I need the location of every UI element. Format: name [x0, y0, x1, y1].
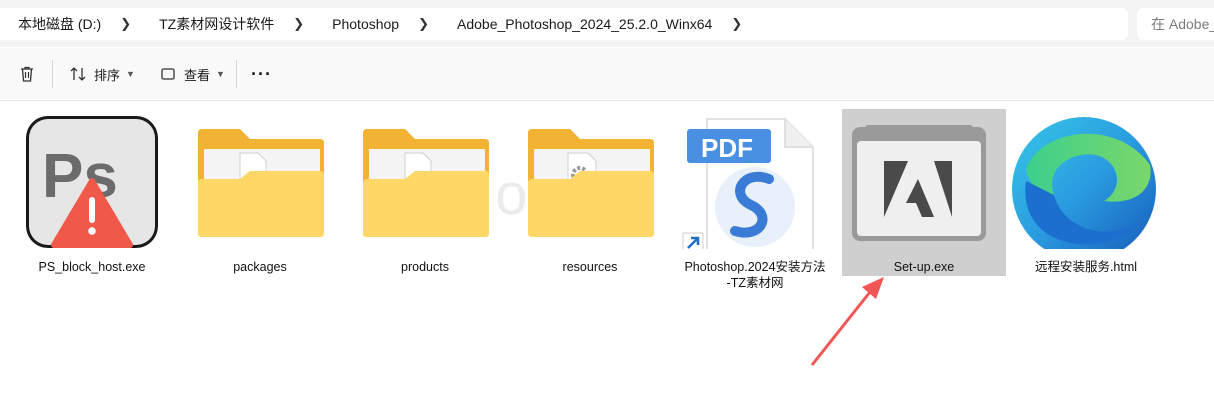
chevron-right-icon[interactable]: ❯ [721, 16, 752, 32]
search-input[interactable]: 在 Adobe_ [1137, 8, 1214, 40]
view-button[interactable]: 查看 ▼ [160, 62, 225, 86]
chevron-right-icon[interactable]: ❯ [408, 16, 439, 32]
toolbar-divider [52, 60, 53, 88]
delete-button[interactable] [18, 62, 36, 86]
breadcrumb-tz-folder[interactable]: TZ素材网设计软件 [141, 14, 283, 34]
breadcrumb-drive[interactable]: 本地磁盘 (D:) [0, 14, 110, 34]
chevron-down-icon: ▼ [126, 69, 135, 79]
annotation-arrow [810, 277, 884, 366]
command-bar: 排序 ▼ 查看 ▼ ··· [0, 48, 1214, 101]
breadcrumb-photoshop[interactable]: Photoshop [314, 16, 408, 32]
sort-icon [70, 67, 86, 81]
breadcrumb[interactable]: 本地磁盘 (D:) ❯ TZ素材网设计软件 ❯ Photoshop ❯ Adob… [0, 8, 1128, 40]
view-label: 查看 [184, 67, 211, 83]
view-icon [161, 68, 175, 80]
trash-icon [21, 66, 33, 82]
toolbar-divider [236, 60, 237, 88]
sort-label: 排序 [94, 67, 121, 83]
chevron-right-icon[interactable]: ❯ [283, 16, 314, 32]
chevron-right-icon[interactable]: ❯ [110, 16, 141, 32]
file-view: IAIMode Ps PS_block_host.exe packages [0, 101, 1214, 403]
more-options-button[interactable]: ··· [251, 62, 272, 86]
chevron-down-icon: ▼ [216, 69, 225, 79]
sort-button[interactable]: 排序 ▼ [70, 62, 135, 86]
breadcrumb-adobe-folder[interactable]: Adobe_Photoshop_2024_25.2.0_Winx64 [439, 16, 721, 32]
address-bar: 本地磁盘 (D:) ❯ TZ素材网设计软件 ❯ Photoshop ❯ Adob… [0, 0, 1214, 47]
